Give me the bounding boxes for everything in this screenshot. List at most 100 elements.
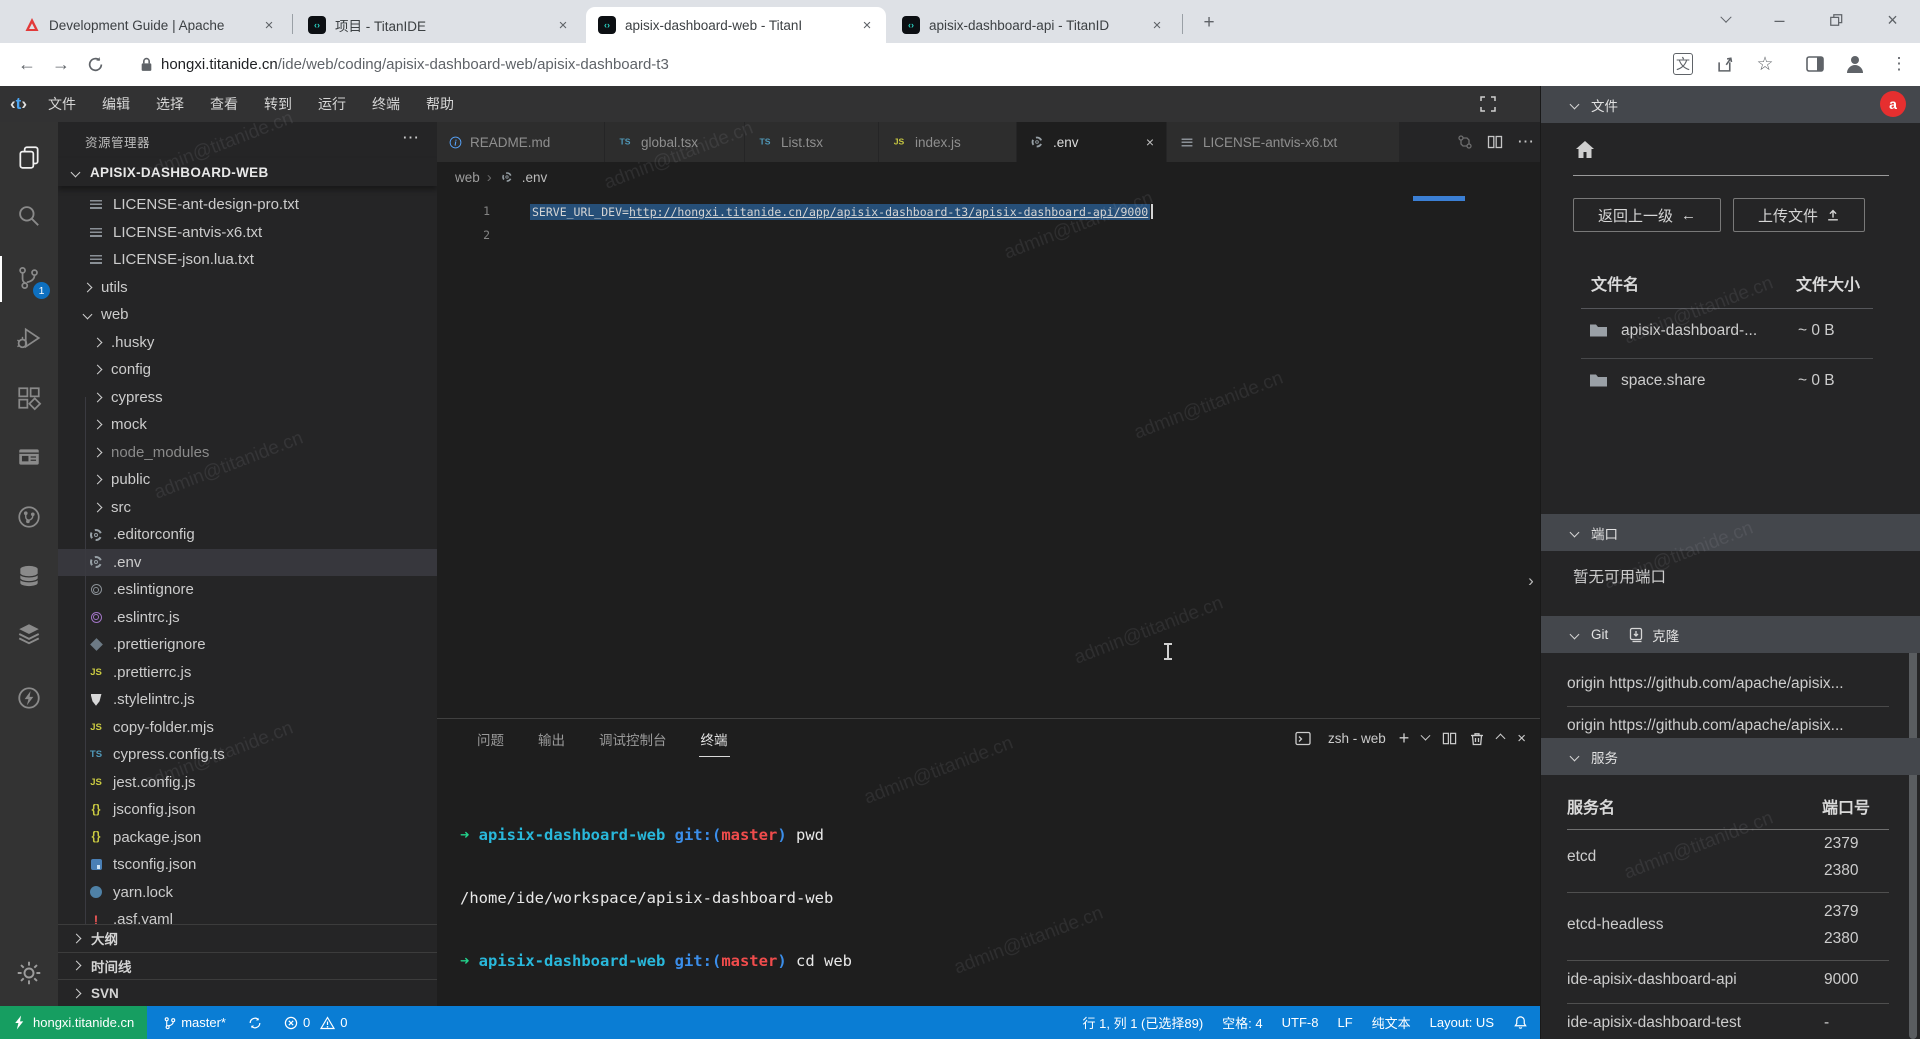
terminal-output[interactable]: ➜ apisix-dashboard-web git:(master) pwd … (460, 783, 852, 1039)
file-item[interactable]: LICENSE-ant-design-pro.txt (58, 191, 437, 219)
scrollbar[interactable] (1909, 640, 1917, 1039)
profile-icon[interactable] (1840, 49, 1870, 79)
settings-gear-icon[interactable] (16, 960, 43, 987)
cursor-position[interactable]: 行 1, 列 1 (已选择89) (1083, 1013, 1204, 1032)
file-item[interactable]: .eslintignore (58, 576, 437, 604)
file-item[interactable]: .editorconfig (58, 521, 437, 549)
sidebar-section-outline[interactable]: 大纲 (58, 924, 437, 952)
more-actions-icon[interactable]: ⋯ (402, 128, 419, 148)
reload-icon[interactable] (78, 48, 112, 82)
file-item[interactable]: .eslintrc.js (58, 604, 437, 632)
expand-right-icon[interactable]: › (1523, 566, 1539, 596)
file-item[interactable]: TScypress.config.ts (58, 741, 437, 769)
service-name[interactable]: ide-apisix-dashboard-test (1567, 1014, 1741, 1032)
window-chevron-icon[interactable] (1721, 12, 1732, 23)
thunder-icon[interactable] (16, 685, 42, 711)
file-row-name[interactable]: apisix-dashboard-... (1621, 322, 1757, 340)
file-item[interactable]: .stylelintrc.js (58, 686, 437, 714)
browser-tab-2[interactable]: ‹› 项目 - TitanIDE × (296, 7, 582, 43)
code-editor[interactable]: 1 SERVE_URL_DEV=http://hongxi.titanide.c… (437, 192, 1540, 718)
window-minimize-icon[interactable]: – (1775, 10, 1785, 31)
service-name[interactable]: etcd-headless (1567, 916, 1664, 934)
browser-menu-icon[interactable]: ⋮ (1884, 49, 1914, 79)
file-item[interactable]: LICENSE-antvis-x6.txt (58, 219, 437, 247)
sync-button[interactable] (248, 1016, 262, 1030)
sidebar-section-timeline[interactable]: 时间线 (58, 952, 437, 980)
explorer-icon[interactable] (16, 144, 42, 170)
file-item[interactable]: JS.prettierrc.js (58, 659, 437, 687)
breadcrumb[interactable]: web › .env (437, 162, 1540, 192)
panel-tab-problems[interactable]: 问题 (475, 720, 506, 756)
new-tab-button[interactable]: + (1196, 10, 1222, 36)
folder-item[interactable]: mock (58, 411, 437, 439)
editor-tab-env-active[interactable]: .env× (1017, 122, 1167, 162)
maximize-panel-icon[interactable] (1496, 733, 1506, 743)
file-row-name[interactable]: space.share (1621, 372, 1705, 390)
section-header-services[interactable]: 服务 (1541, 738, 1920, 775)
encoding[interactable]: UTF-8 (1282, 1015, 1319, 1030)
language-mode[interactable]: 纯文本 (1372, 1013, 1411, 1032)
home-icon[interactable] (1575, 140, 1595, 159)
panel-tab-debug-console[interactable]: 调试控制台 (597, 720, 669, 756)
folder-item[interactable]: cypress (58, 384, 437, 412)
file-item[interactable]: LICENSE-json.lua.txt (58, 246, 437, 274)
tab-close-icon[interactable]: × (858, 16, 876, 34)
editor-tab-global[interactable]: TSglobal.tsx (605, 122, 745, 162)
bell-icon[interactable] (1513, 1015, 1528, 1030)
editor-tab-license[interactable]: LICENSE-antvis-x6.txt (1167, 122, 1400, 162)
back-parent-button[interactable]: 返回上一级← (1573, 198, 1721, 232)
tab-close-icon[interactable]: × (1146, 134, 1154, 150)
menu-go[interactable]: 转到 (251, 86, 305, 122)
upload-button[interactable]: 上传文件 (1733, 198, 1865, 232)
url-text[interactable]: hongxi.titanide.cn/ide/web/coding/apisix… (161, 56, 669, 73)
circle-branch-icon[interactable] (16, 504, 42, 530)
folder-item[interactable]: web (58, 301, 437, 329)
section-header-git[interactable]: Git 克隆 (1541, 616, 1920, 653)
folder-item[interactable]: node_modules (58, 439, 437, 467)
browser-tab-1[interactable]: Development Guide | Apache × (12, 7, 288, 43)
file-item[interactable]: yarn.lock (58, 879, 437, 907)
tab-close-icon[interactable]: × (260, 16, 278, 34)
indentation[interactable]: 空格: 4 (1222, 1013, 1262, 1032)
menu-file[interactable]: 文件 (35, 86, 89, 122)
compare-changes-icon[interactable] (1457, 134, 1473, 150)
layers-icon[interactable] (16, 621, 42, 647)
file-item-selected[interactable]: .env (58, 549, 437, 577)
preview-icon[interactable] (16, 444, 42, 470)
file-item[interactable]: tsconfig.json (58, 851, 437, 879)
code-line-1[interactable]: SERVE_URL_DEV=http://hongxi.titanide.cn/… (530, 204, 1153, 219)
split-editor-icon[interactable] (1487, 134, 1503, 150)
browser-tab-4[interactable]: ‹› apisix-dashboard-api - TitanID × (890, 7, 1176, 43)
new-terminal-icon[interactable]: + (1399, 728, 1410, 749)
section-header-files[interactable]: 文件 (1541, 86, 1920, 123)
close-panel-icon[interactable]: × (1517, 730, 1526, 747)
run-debug-icon[interactable] (16, 325, 42, 351)
menu-selection[interactable]: 选择 (143, 86, 197, 122)
service-name[interactable]: ide-apisix-dashboard-api (1567, 971, 1737, 989)
panel-tab-output[interactable]: 输出 (536, 720, 567, 756)
menu-view[interactable]: 查看 (197, 86, 251, 122)
sidebar-section-svn[interactable]: SVN (58, 979, 437, 1006)
env-url[interactable]: http://hongxi.titanide.cn/app/apisix-das… (629, 205, 1148, 219)
tab-close-icon[interactable]: × (1148, 16, 1166, 34)
bookmark-star-icon[interactable]: ☆ (1750, 49, 1780, 79)
git-remote-row[interactable]: origin https://github.com/apache/apisix.… (1567, 717, 1844, 735)
tab-close-icon[interactable]: × (554, 16, 572, 34)
menu-terminal[interactable]: 终端 (359, 86, 413, 122)
git-remote-row[interactable]: origin https://github.com/apache/apisix.… (1567, 675, 1889, 693)
branch-indicator[interactable]: master* (163, 1015, 226, 1030)
window-close-icon[interactable]: × (1887, 10, 1898, 31)
section-header-ports[interactable]: 端口 (1541, 514, 1920, 551)
breadcrumb-folder[interactable]: web (455, 170, 480, 185)
file-item[interactable]: JSjest.config.js (58, 769, 437, 797)
editor-tab-index[interactable]: JSindex.js (879, 122, 1017, 162)
more-actions-icon[interactable]: ⋯ (1517, 132, 1534, 152)
folder-item[interactable]: src (58, 494, 437, 522)
database-icon[interactable] (16, 563, 42, 589)
source-control-icon[interactable]: 1 (15, 265, 43, 293)
search-icon[interactable] (16, 203, 42, 229)
file-item[interactable]: {}package.json (58, 824, 437, 852)
file-item[interactable]: !.asf.yaml (58, 906, 437, 924)
folder-item[interactable]: utils (58, 274, 437, 302)
fullscreen-icon[interactable] (1480, 96, 1496, 112)
